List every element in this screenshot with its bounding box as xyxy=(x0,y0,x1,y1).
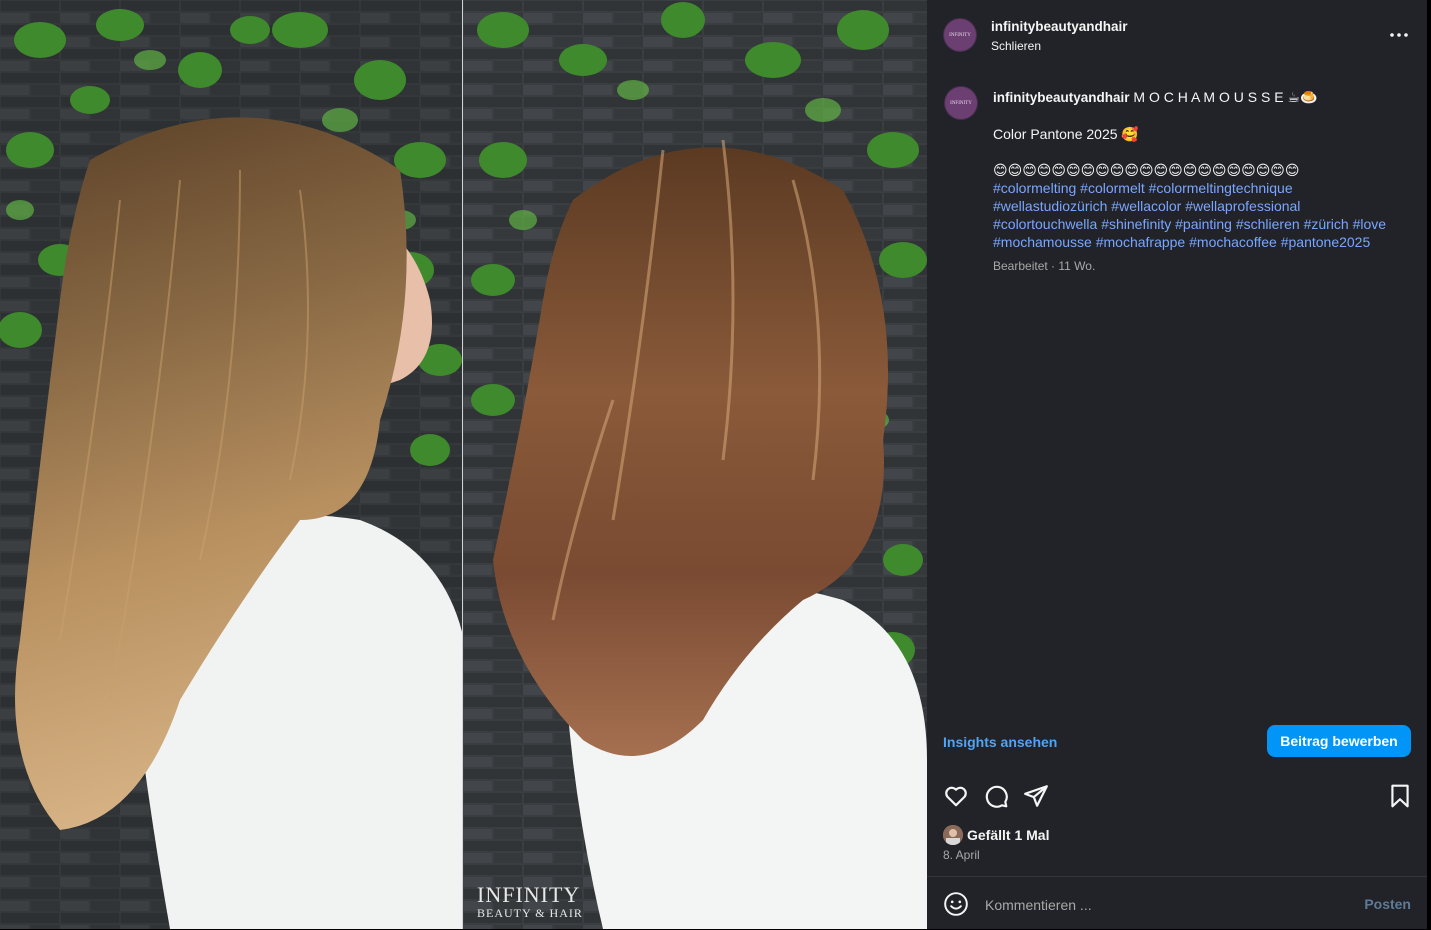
heart-icon[interactable] xyxy=(943,783,969,809)
watermark-line1: INFINITY xyxy=(477,882,581,907)
after-photo xyxy=(463,0,927,929)
hashtag-link[interactable]: #colormelting xyxy=(993,180,1076,196)
comment-input[interactable] xyxy=(983,891,1347,919)
promote-button[interactable]: Beitrag bewerben xyxy=(1267,725,1411,757)
post-header: INFINITY infinitybeautyandhair Schlieren xyxy=(927,0,1427,70)
before-photo xyxy=(0,0,462,929)
caption-meta: Bearbeitet · 11 Wo. xyxy=(993,259,1096,273)
caption-line2: Color Pantone 2025 🥰 xyxy=(993,126,1139,142)
caption-emoji-row: 😊😊😊😊😊😊😊😊😊😊😊😊😊😊😊😊😊😊😊😊😊 xyxy=(993,162,1300,178)
post-date: 8. April xyxy=(943,848,980,862)
hashtag-list: #colormelting #colormelt #colormeltingte… xyxy=(993,179,1403,251)
watermark-line2: BEAUTY & HAIR xyxy=(477,906,583,920)
header-location[interactable]: Schlieren xyxy=(991,39,1041,53)
caption-avatar[interactable]: INFINITY xyxy=(945,87,977,119)
hashtag-link[interactable]: #colormelt xyxy=(1080,180,1145,196)
likes-count[interactable]: Gefällt 1 Mal xyxy=(967,827,1049,843)
emoji-icon[interactable] xyxy=(943,891,969,917)
brand-watermark: INFINITY BEAUTY & HAIR xyxy=(477,882,583,920)
window-edge xyxy=(1427,0,1431,929)
more-options-icon[interactable] xyxy=(1388,25,1410,45)
bookmark-icon[interactable] xyxy=(1387,783,1413,809)
hashtag-link[interactable]: #wellastudiozürich xyxy=(993,198,1107,214)
hashtag-link[interactable]: #mochamousse xyxy=(993,234,1092,250)
caption-title: M O C H A M O U S S E ☕🍮 xyxy=(1133,89,1318,105)
insights-link[interactable]: Insights ansehen xyxy=(943,734,1057,750)
post-comment-button[interactable]: Posten xyxy=(1364,896,1411,912)
hashtag-link[interactable]: #wellaprofessional xyxy=(1185,198,1300,214)
liker-avatar xyxy=(943,825,963,845)
header-username[interactable]: infinitybeautyandhair xyxy=(991,19,1128,34)
hashtag-link[interactable]: #mochacoffee xyxy=(1189,234,1277,250)
hashtag-link[interactable]: #colormeltingtechnique xyxy=(1149,180,1293,196)
comment-bar: Posten xyxy=(927,876,1427,930)
likes-summary[interactable]: Gefällt 1 Mal xyxy=(943,825,1049,845)
hashtag-link[interactable]: #mochafrappe xyxy=(1096,234,1186,250)
hashtag-link[interactable]: #painting xyxy=(1175,216,1232,232)
caption-username[interactable]: infinitybeautyandhair xyxy=(993,90,1130,105)
hashtag-link[interactable]: #pantone2025 xyxy=(1281,234,1371,250)
hashtag-link[interactable]: #shinefinity xyxy=(1101,216,1171,232)
hashtag-link[interactable]: #schlieren xyxy=(1236,216,1300,232)
post-image[interactable]: INFINITY BEAUTY & HAIR xyxy=(0,0,927,929)
hashtag-link[interactable]: #zürich xyxy=(1304,216,1349,232)
hashtag-link[interactable]: #colortouchwella xyxy=(993,216,1097,232)
post-sidebar: INFINITY infinitybeautyandhair Schlieren… xyxy=(927,0,1427,929)
hashtag-link[interactable]: #wellacolor xyxy=(1111,198,1181,214)
profile-avatar[interactable]: INFINITY xyxy=(944,19,976,51)
share-icon[interactable] xyxy=(1023,783,1049,809)
hashtag-link[interactable]: #love xyxy=(1353,216,1386,232)
comment-icon[interactable] xyxy=(983,783,1009,809)
